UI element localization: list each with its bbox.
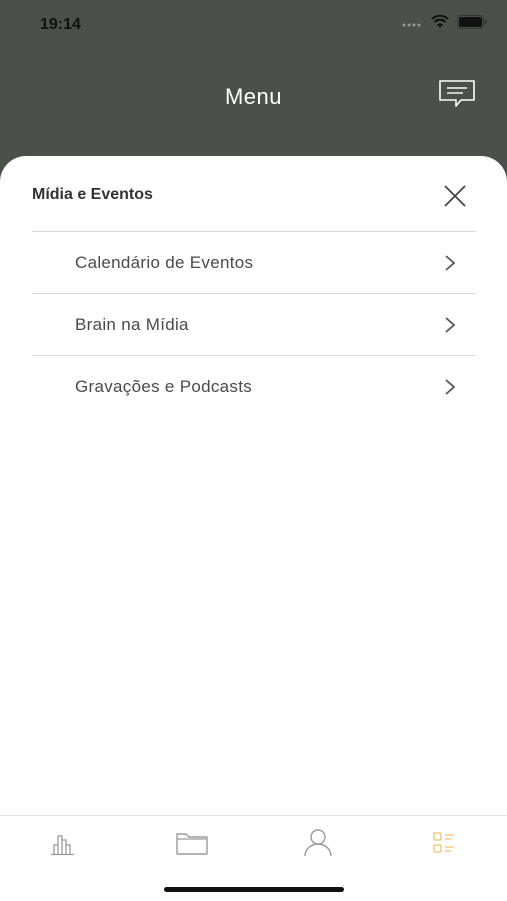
menu-item-brain-na-midia[interactable]: Brain na Mídia [32, 294, 476, 356]
bar-chart-icon [51, 835, 74, 856]
chevron-right-icon [445, 379, 456, 395]
menu-list: Calendário de Eventos Brain na Mídia Gra… [32, 231, 476, 417]
tab-menu[interactable] [424, 828, 464, 858]
status-bar: 19:14 [0, 0, 507, 52]
header: Menu [0, 52, 507, 162]
close-icon [444, 185, 466, 207]
status-icons [401, 15, 487, 29]
menu-item-label: Gravações e Podcasts [75, 377, 253, 396]
tab-folder[interactable] [172, 828, 212, 858]
menu-item-gravacoes-podcasts[interactable]: Gravações e Podcasts [32, 356, 476, 417]
battery-icon [457, 15, 487, 29]
chat-button[interactable] [437, 78, 477, 112]
menu-sheet: Mídia e Eventos Calendário de Eventos Br… [0, 156, 507, 900]
status-time: 19:14 [40, 16, 81, 33]
tab-profile[interactable] [298, 828, 338, 858]
menu-item-label: Calendário de Eventos [75, 253, 254, 272]
chevron-right-icon [445, 317, 456, 333]
close-button[interactable] [441, 182, 469, 210]
menu-list-icon [433, 832, 454, 853]
menu-item-label: Brain na Mídia [75, 315, 189, 334]
sheet-title: Mídia e Eventos [32, 186, 153, 203]
home-indicator [164, 887, 344, 892]
tab-charts[interactable] [46, 828, 86, 858]
menu-item-calendario-eventos[interactable]: Calendário de Eventos [32, 232, 476, 294]
folder-icon [176, 833, 208, 855]
cellular-signal-icon [402, 23, 421, 27]
page-title: Menu [224, 84, 283, 109]
chat-icon [439, 80, 475, 107]
user-icon [304, 829, 332, 857]
wifi-icon [431, 15, 449, 28]
chevron-right-icon [445, 255, 456, 271]
